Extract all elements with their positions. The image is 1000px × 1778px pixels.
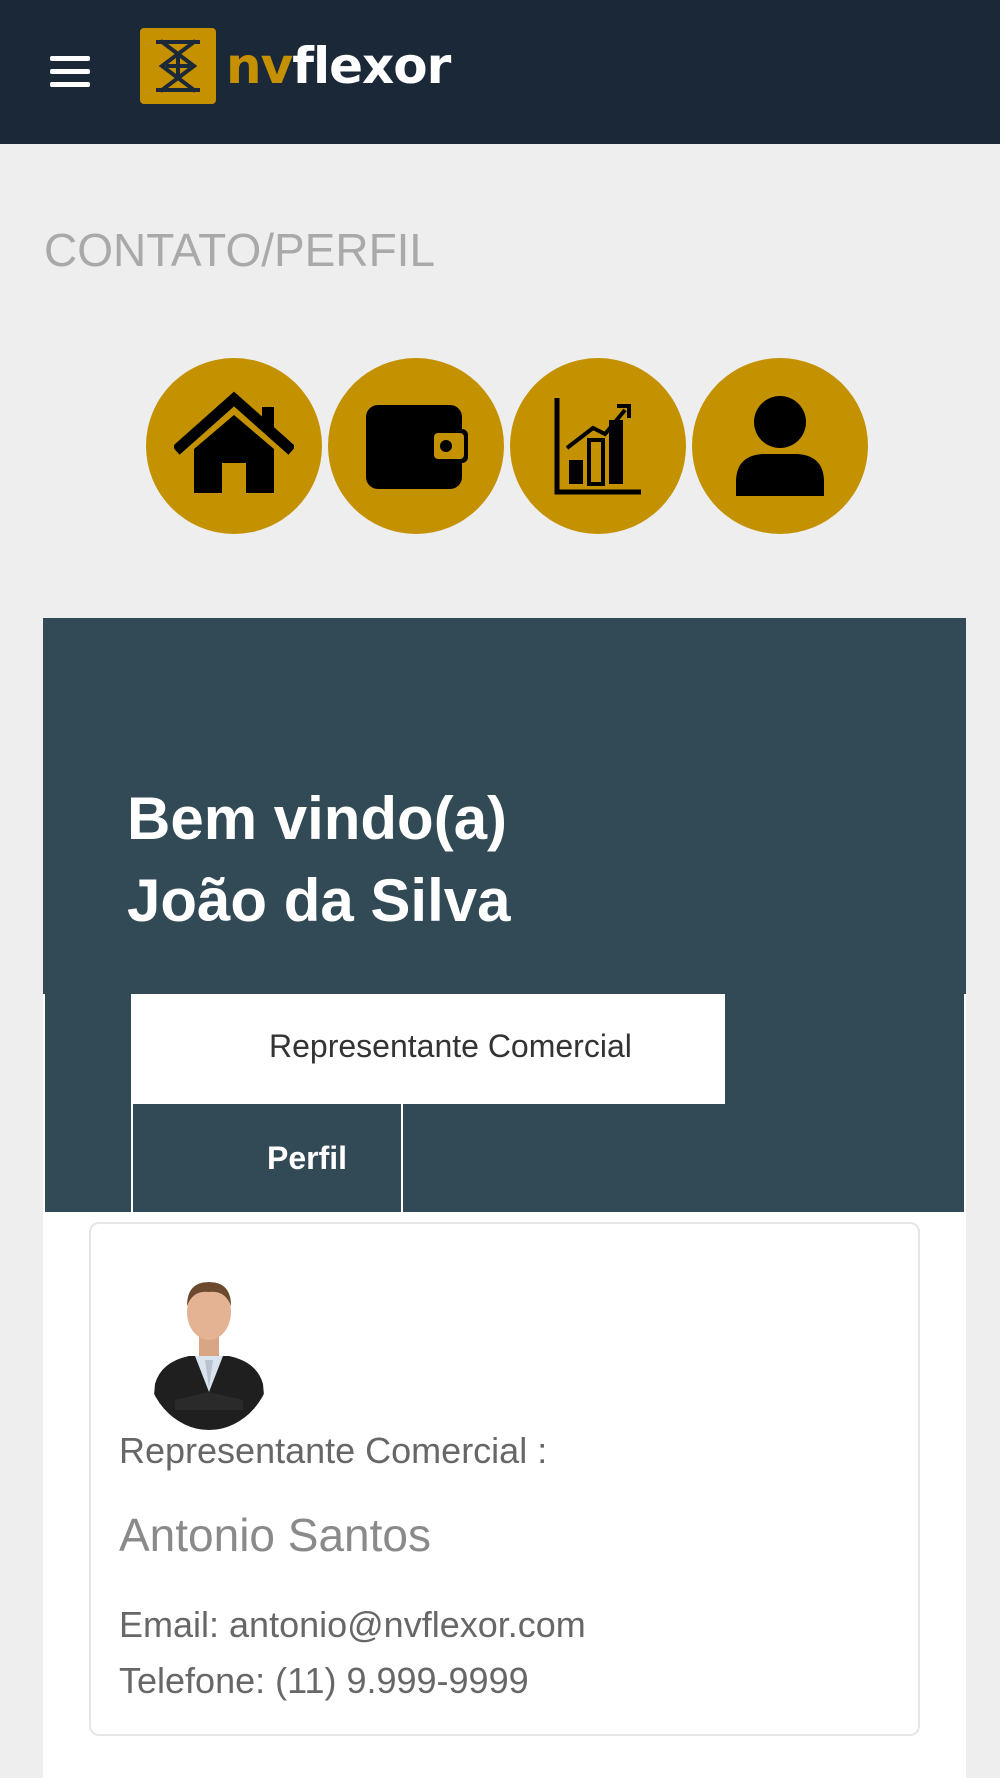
chart-icon: [554, 398, 641, 495]
nav-home-button[interactable]: [146, 358, 322, 534]
tab-divider: [721, 994, 724, 1104]
welcome-message: Bem vindo(a) João da Silva: [127, 778, 511, 942]
welcome-header: Bem vindo(a) João da Silva: [43, 618, 966, 994]
representative-heading: Representante Comercial :: [119, 1430, 548, 1471]
logo-text-flexor: flexor: [292, 37, 451, 95]
nvflexor-logo[interactable]: nvflexor: [140, 28, 451, 104]
representative-card: Representante Comercial : Antonio Santos…: [89, 1222, 920, 1736]
top-bar: nvflexor: [0, 0, 1000, 144]
tab-representante-comercial[interactable]: Representante Comercial: [131, 994, 725, 1104]
tabs: Representante Comercial Perfil: [45, 994, 964, 1212]
quick-nav: [146, 358, 868, 536]
nav-profile-button[interactable]: [692, 358, 868, 534]
home-icon: [174, 391, 294, 493]
representative-photo: [145, 1282, 273, 1430]
logo-wordmark: nvflexor: [226, 28, 451, 104]
welcome-greeting: Bem vindo(a): [127, 785, 508, 852]
representative-email[interactable]: Email: antonio@nvflexor.com: [119, 1604, 586, 1646]
tab-perfil[interactable]: Perfil: [131, 1104, 403, 1212]
representative-name: Antonio Santos: [119, 1509, 432, 1561]
representative-phone[interactable]: Telefone: (11) 9.999-9999: [119, 1660, 529, 1702]
hamburger-menu-icon[interactable]: [50, 54, 90, 88]
tab-label: Perfil: [267, 1140, 348, 1176]
user-icon: [736, 396, 824, 496]
page-title: CONTATO/PERFIL: [44, 224, 436, 276]
welcome-user-name: João da Silva: [127, 867, 511, 934]
logo-text-nv: nv: [226, 37, 293, 95]
tab-label: Representante Comercial: [269, 1028, 632, 1064]
nav-reports-button[interactable]: [510, 358, 686, 534]
wallet-icon: [366, 405, 468, 489]
nvflexor-logo-icon: [140, 28, 216, 104]
nav-wallet-button[interactable]: [328, 358, 504, 534]
